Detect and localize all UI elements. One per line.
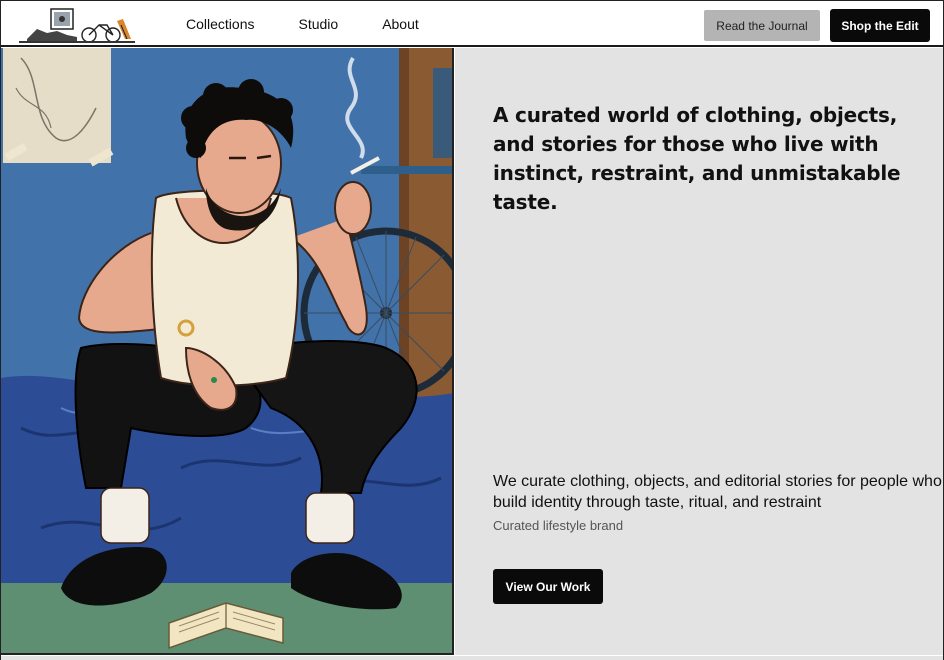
brand-logo[interactable] [17, 5, 137, 45]
hero-illustration [1, 48, 454, 655]
shop-edit-button[interactable]: Shop the Edit [830, 9, 930, 42]
view-work-button[interactable]: View Our Work [493, 569, 603, 604]
bottom-strip [1, 656, 943, 660]
hero-subcopy: We curate clothing, objects, and editori… [493, 473, 942, 511]
top-nav: Collections Studio About Read the Journa… [1, 1, 943, 47]
hero-panel: A curated world of clothing, objects, an… [455, 48, 943, 655]
hero-headline: A curated world of clothing, objects, an… [493, 103, 901, 214]
nav-link-collections[interactable]: Collections [186, 16, 254, 32]
brand-tagline: Curated lifestyle brand [493, 518, 624, 533]
page: Collections Studio About Read the Journa… [0, 0, 944, 660]
nav-link-about[interactable]: About [382, 16, 419, 32]
nav-links: Collections Studio About [186, 1, 419, 47]
read-journal-button[interactable]: Read the Journal [704, 10, 820, 41]
nav-link-studio[interactable]: Studio [298, 16, 338, 32]
